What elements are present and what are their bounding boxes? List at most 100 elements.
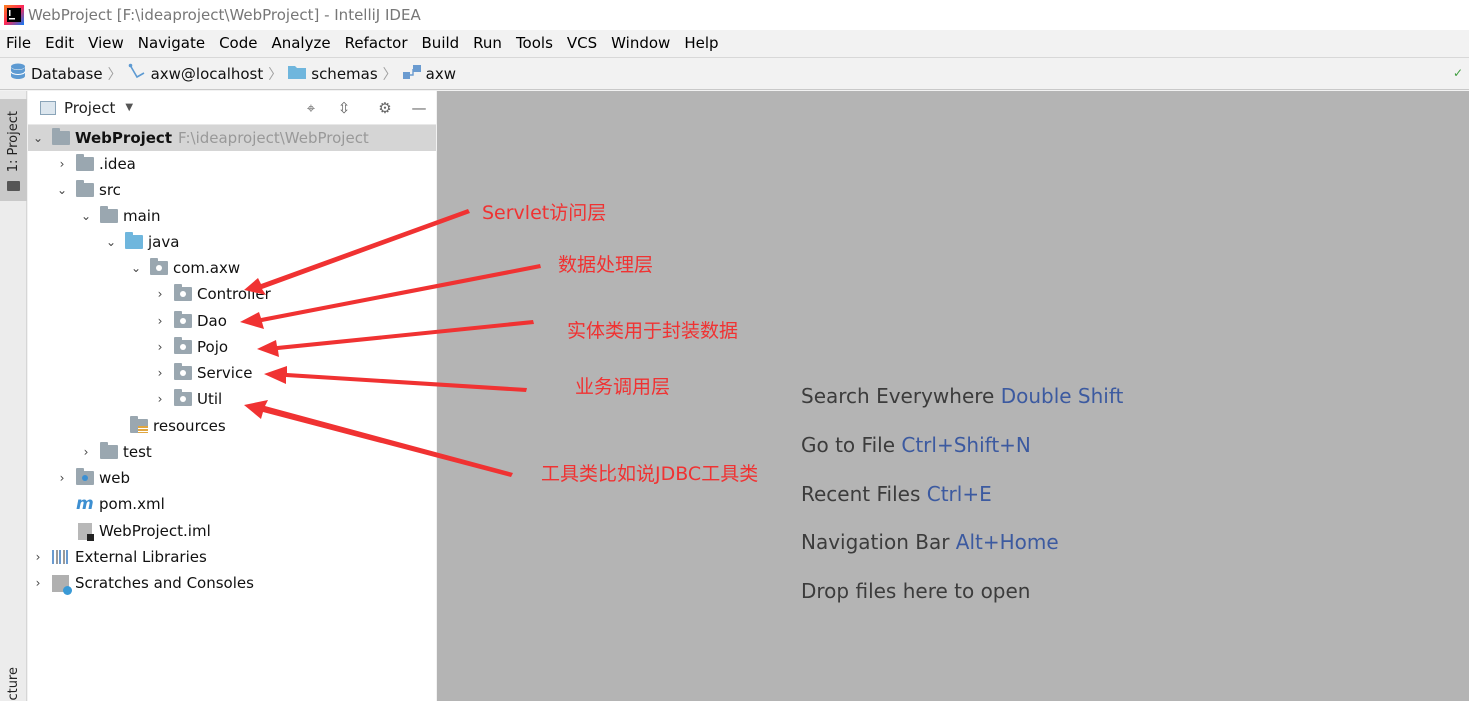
- chevron-right-icon: 〉: [382, 66, 397, 83]
- tree-item-pom[interactable]: m pom.xml: [28, 491, 165, 517]
- tree-item-external-libraries[interactable]: › External Libraries: [28, 544, 207, 570]
- breadcrumb-label: schemas: [311, 64, 378, 83]
- hint-text: Go to File: [801, 433, 895, 457]
- tree-item-label: Pojo: [197, 338, 229, 356]
- chevron-right-icon[interactable]: ›: [56, 157, 68, 171]
- tree-item-pojo[interactable]: › Pojo: [28, 334, 228, 360]
- annotation-pojo: 实体类用于封装数据: [567, 320, 739, 342]
- tree-item-scratches[interactable]: › Scratches and Consoles: [28, 570, 254, 596]
- chevron-right-icon[interactable]: ›: [56, 471, 68, 485]
- project-path: F:\ideaproject\WebProject: [178, 129, 369, 147]
- breadcrumb-label: axw@localhost: [150, 64, 264, 83]
- chevron-right-icon[interactable]: ›: [32, 550, 44, 564]
- hint-search-everywhere: Search Everywhere Double Shift: [801, 384, 1123, 408]
- hint-shortcut: Ctrl+Shift+N: [901, 433, 1031, 457]
- gear-icon[interactable]: ⚙: [376, 99, 394, 117]
- tree-item-controller[interactable]: › Controller: [28, 281, 271, 307]
- hint-text: Navigation Bar: [801, 530, 950, 554]
- folder-icon: [76, 154, 94, 171]
- tree-item-resources[interactable]: resources: [28, 413, 226, 439]
- project-panel: Project ▼ ⌖ ⇳ ⚙ — ⌄ WebProject F:\ideapr…: [28, 91, 436, 701]
- hint-drop-files: Drop files here to open: [801, 579, 1030, 603]
- chevron-right-icon[interactable]: ›: [154, 366, 166, 380]
- chevron-down-icon[interactable]: ⌄: [130, 261, 142, 275]
- locate-icon[interactable]: ⌖: [302, 99, 320, 117]
- tree-item-util[interactable]: › Util: [28, 386, 222, 412]
- database-icon: [10, 63, 26, 84]
- project-tool-tab[interactable]: 1: Project: [0, 99, 27, 201]
- chevron-right-icon[interactable]: ›: [32, 576, 44, 590]
- tree-item-test[interactable]: › test: [28, 439, 152, 465]
- project-view-selector[interactable]: Project: [64, 99, 115, 117]
- breadcrumb-schemas[interactable]: schemas 〉: [288, 64, 397, 84]
- menu-build[interactable]: Build: [422, 34, 460, 52]
- tree-item-idea[interactable]: › .idea: [28, 151, 136, 177]
- package-icon: [174, 363, 192, 380]
- tree-item-label: web: [99, 469, 131, 487]
- menu-view[interactable]: View: [88, 34, 124, 52]
- menu-run[interactable]: Run: [473, 34, 502, 52]
- menu-tools[interactable]: Tools: [516, 34, 553, 52]
- tree-item-dao[interactable]: › Dao: [28, 308, 227, 334]
- chevron-right-icon[interactable]: ›: [154, 392, 166, 406]
- tree-item-label: Service: [197, 364, 253, 382]
- maven-icon: m: [76, 494, 94, 514]
- chevron-right-icon[interactable]: ›: [154, 340, 166, 354]
- tree-item-label: Scratches and Consoles: [75, 574, 254, 592]
- tree-item-project-root[interactable]: ⌄ WebProject F:\ideaproject\WebProject: [28, 125, 436, 151]
- annotation-controller: Servlet访问层: [482, 202, 607, 224]
- tree-item-label: Util: [197, 390, 223, 408]
- chevron-down-icon[interactable]: ⌄: [80, 209, 92, 223]
- tree-item-label: java: [148, 233, 180, 251]
- scratches-icon: [52, 574, 72, 595]
- menu-analyze[interactable]: Analyze: [271, 34, 330, 52]
- module-folder-icon: [52, 128, 70, 145]
- annotation-service: 业务调用层: [575, 376, 671, 398]
- hint-text: Drop files here to open: [801, 579, 1031, 603]
- chevron-right-icon: 〉: [107, 66, 122, 83]
- module-file-icon: [78, 522, 94, 541]
- caret-down-icon[interactable]: ▼: [125, 102, 133, 113]
- chevron-right-icon[interactable]: ›: [154, 287, 166, 301]
- menu-refactor[interactable]: Refactor: [345, 34, 408, 52]
- menu-help[interactable]: Help: [684, 34, 718, 52]
- breadcrumb-database[interactable]: Database 〉: [10, 63, 122, 84]
- hint-shortcut: Ctrl+E: [926, 482, 992, 506]
- collapse-all-icon[interactable]: ⇳: [335, 99, 353, 117]
- connection-icon: [128, 63, 146, 84]
- chevron-right-icon[interactable]: ›: [80, 445, 92, 459]
- hint-navigation-bar: Navigation Bar Alt+Home: [801, 530, 1059, 554]
- minimize-icon[interactable]: —: [410, 99, 428, 117]
- breadcrumb-label: Database: [31, 64, 103, 83]
- tree-item-src[interactable]: ⌄ src: [28, 177, 121, 203]
- menu-window[interactable]: Window: [611, 34, 670, 52]
- chevron-down-icon[interactable]: ⌄: [56, 183, 68, 197]
- menu-code[interactable]: Code: [219, 34, 257, 52]
- menu-edit[interactable]: Edit: [45, 34, 74, 52]
- folder-icon: [100, 206, 118, 223]
- library-icon: [52, 550, 69, 564]
- hint-shortcut: Alt+Home: [955, 530, 1059, 554]
- tree-item-label: resources: [153, 417, 226, 435]
- folder-icon: [76, 180, 94, 197]
- hint-text: Recent Files: [801, 482, 921, 506]
- chevron-right-icon[interactable]: ›: [154, 314, 166, 328]
- tree-item-web[interactable]: › web: [28, 465, 130, 491]
- project-tab-label: 1: Project: [6, 111, 21, 173]
- tree-item-label: pom.xml: [99, 495, 165, 513]
- hint-go-to-file: Go to File Ctrl+Shift+N: [801, 433, 1031, 457]
- tree-item-package[interactable]: ⌄ com.axw: [28, 255, 240, 281]
- chevron-down-icon[interactable]: ⌄: [32, 131, 44, 145]
- breadcrumb-schema-axw[interactable]: axw: [402, 64, 456, 84]
- structure-tool-tab[interactable]: cture: [6, 667, 21, 701]
- tree-item-iml[interactable]: WebProject.iml: [28, 518, 211, 544]
- tree-item-main[interactable]: ⌄ main: [28, 203, 160, 229]
- menu-vcs[interactable]: VCS: [567, 34, 597, 52]
- tree-item-service[interactable]: › Service: [28, 360, 252, 386]
- package-icon: [174, 311, 192, 328]
- menu-navigate[interactable]: Navigate: [138, 34, 205, 52]
- chevron-down-icon[interactable]: ⌄: [105, 235, 117, 249]
- breadcrumb-connection[interactable]: axw@localhost 〉: [128, 63, 282, 84]
- tree-item-java[interactable]: ⌄ java: [28, 229, 179, 255]
- menu-file[interactable]: File: [6, 34, 31, 52]
